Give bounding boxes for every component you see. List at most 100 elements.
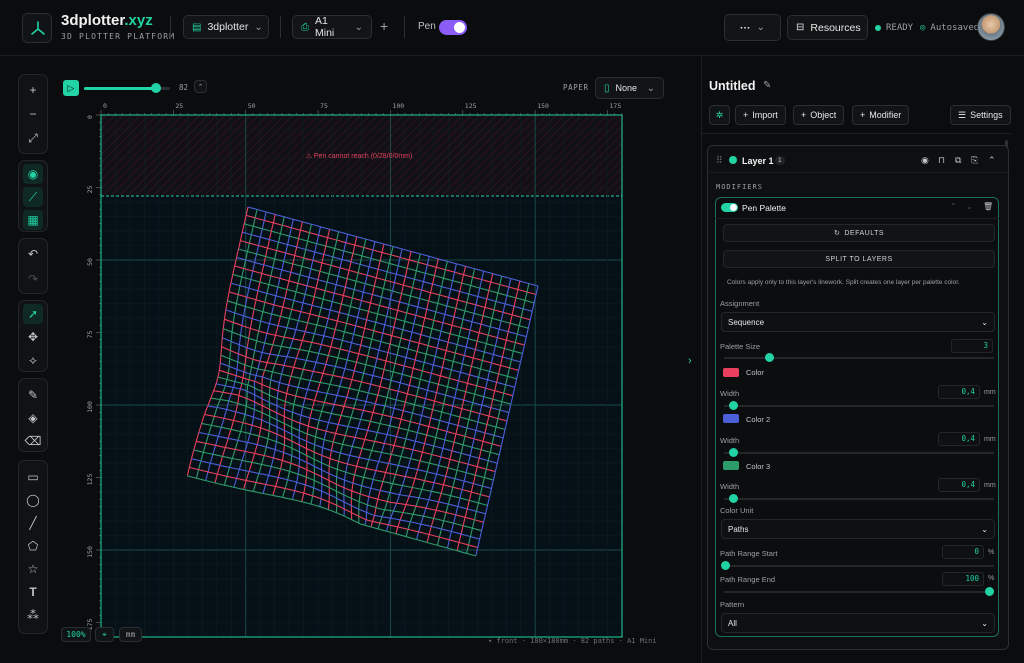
defaults-button[interactable]: ↻ DEFAULTS [723, 224, 995, 242]
history-tools: ↶ ↷ [18, 238, 48, 294]
more-menu-button[interactable]: ··· ⌄ [724, 14, 781, 41]
star-icon[interactable]: ☆ [23, 559, 43, 579]
project-select[interactable]: ▤ 3dplotter ⌄ [183, 15, 269, 39]
polygon-icon[interactable]: ⬠ [23, 536, 43, 556]
chevron-up-icon[interactable]: ⌃ [988, 155, 996, 166]
range-end-slider[interactable] [724, 587, 994, 596]
pattern-value: All [728, 618, 737, 628]
layer-name[interactable]: Layer 1 [742, 156, 774, 166]
units-toggle[interactable]: mm [119, 627, 142, 642]
color-unit-label: Color Unit [720, 506, 754, 515]
color-2-swatch[interactable] [723, 414, 739, 423]
import-button[interactable]: + Import [735, 105, 786, 125]
pen-label: Pen [418, 21, 436, 32]
x-ruler-label: 100 [392, 102, 404, 110]
status-ready-label: READY [886, 23, 914, 33]
color-unit-select[interactable]: Paths ⌄ [721, 519, 995, 539]
color-1-label: Color [746, 368, 764, 377]
split-to-layers-button[interactable]: SPLIT TO LAYERS [723, 250, 995, 268]
rectangle-icon[interactable]: ▭ [23, 467, 43, 487]
color-2-width-input[interactable]: 0,4 [938, 432, 980, 446]
zoom-in-icon[interactable]: + [23, 80, 43, 100]
add-machine-button[interactable]: + [380, 18, 388, 34]
pattern-select[interactable]: All ⌄ [721, 613, 995, 633]
move-up-icon[interactable]: ⌃ [950, 202, 957, 211]
chevron-down-icon: ⌄ [254, 21, 263, 33]
y-ruler-label: 125 [86, 474, 94, 486]
object-label: Object [810, 110, 837, 120]
move-down-icon[interactable]: ⌄ [966, 202, 973, 211]
palette-size-slider[interactable] [724, 353, 994, 362]
range-start-slider[interactable] [721, 561, 994, 570]
shape-tools: ▭ ◯ ╱ ⬠ ☆ T ⁂ [18, 460, 48, 634]
modifier-label: Modifier [869, 110, 902, 120]
palette-size-handle[interactable] [765, 353, 774, 362]
move-icon[interactable]: ✥ [23, 327, 43, 347]
magnet-icon[interactable]: ◉ [23, 164, 43, 184]
color-2-width-handle[interactable] [729, 448, 738, 457]
shapes-icon[interactable]: ⁂ [23, 605, 43, 625]
crosshair-icon[interactable]: ⌖ [95, 627, 114, 642]
range-end-input[interactable]: 100 [942, 572, 984, 586]
export-icon[interactable]: ⎘ [971, 155, 978, 166]
color-1-swatch[interactable] [723, 368, 739, 377]
ellipse-icon[interactable]: ◯ [23, 490, 43, 510]
assignment-select[interactable]: Sequence ⌄ [721, 312, 995, 332]
line-icon[interactable]: ╱ [23, 513, 43, 533]
rename-icon[interactable]: ✎ [763, 80, 771, 91]
eye-icon[interactable]: ◉ [921, 155, 929, 166]
logo-icon[interactable] [22, 13, 52, 43]
check-circle-icon: ◎ [920, 23, 926, 33]
node-edit-icon[interactable]: ⟡ [23, 350, 43, 370]
range-start-unit: % [988, 549, 995, 556]
color-3-width-handle[interactable] [729, 494, 738, 503]
pencil-icon[interactable]: ✎ [23, 385, 43, 405]
x-ruler-label: 0 [103, 102, 107, 110]
zoom-level[interactable]: 100% [61, 627, 91, 642]
delete-icon[interactable]: 🗑 [983, 202, 993, 211]
range-start-input[interactable]: 0 [942, 545, 984, 559]
undo-icon[interactable]: ↶ [23, 244, 43, 264]
eraser-icon[interactable]: ⌫ [23, 431, 43, 451]
auto-icon[interactable]: ✲ [709, 105, 730, 125]
settings-button[interactable]: ☰ Settings [950, 105, 1011, 125]
machine-select[interactable]: ⎙ A1 Mini ⌄ [292, 15, 372, 39]
modifier-toggle[interactable] [721, 203, 738, 212]
palette-size-input[interactable]: 3 [951, 339, 993, 353]
range-start-handle[interactable] [721, 561, 730, 570]
drag-handle-icon[interactable]: ⠿ [716, 155, 723, 166]
text-icon[interactable]: T [23, 582, 43, 602]
color-3-width-input[interactable]: 0,4 [938, 478, 980, 492]
range-end-handle[interactable] [985, 587, 994, 596]
x-ruler-label: 25 [175, 102, 183, 110]
layer-count-badge: 1 [775, 156, 785, 165]
color-3-swatch[interactable] [723, 461, 739, 470]
color-1-width-slider[interactable] [724, 401, 994, 410]
lock-icon[interactable]: ⊓ [938, 155, 945, 166]
status-ready: READY [875, 23, 913, 33]
duplicate-icon[interactable]: ⧉ [955, 155, 961, 166]
fit-view-icon[interactable]: ⤢ [23, 128, 43, 148]
add-modifier-button[interactable]: + Modifier [852, 105, 910, 125]
add-object-button[interactable]: + Object [793, 105, 845, 125]
layer-color-dot [729, 156, 737, 164]
divider [715, 218, 999, 219]
ruler-icon[interactable]: ⟋ [23, 187, 43, 207]
top-bar: 3dplotter.xyz 3D PLOTTER PLATFORM ▤ 3dpl… [0, 0, 1024, 56]
x-ruler-label: 150 [537, 102, 549, 110]
document-title[interactable]: Untitled [709, 79, 756, 93]
grid-icon[interactable]: ▦ [23, 210, 43, 230]
pen-toggle[interactable] [439, 20, 467, 35]
resources-button[interactable]: ⊟ Resources [787, 15, 868, 40]
zoom-out-icon[interactable]: − [23, 104, 43, 124]
fill-bucket-icon[interactable]: ◈ [23, 408, 43, 428]
avatar[interactable] [977, 13, 1005, 41]
plot-canvas[interactable]: 0 25 50 75 100 125 150 1750255075100125150175 ⚠… [58, 70, 683, 650]
pointer-icon[interactable]: ➚ [23, 304, 43, 324]
color-3-width-slider[interactable] [724, 494, 994, 503]
collapse-panel-icon[interactable]: › [688, 355, 692, 367]
color-1-width-handle[interactable] [729, 401, 738, 410]
redo-icon[interactable]: ↷ [23, 269, 43, 289]
color-1-width-input[interactable]: 0,4 [938, 385, 980, 399]
color-2-width-slider[interactable] [724, 448, 994, 457]
